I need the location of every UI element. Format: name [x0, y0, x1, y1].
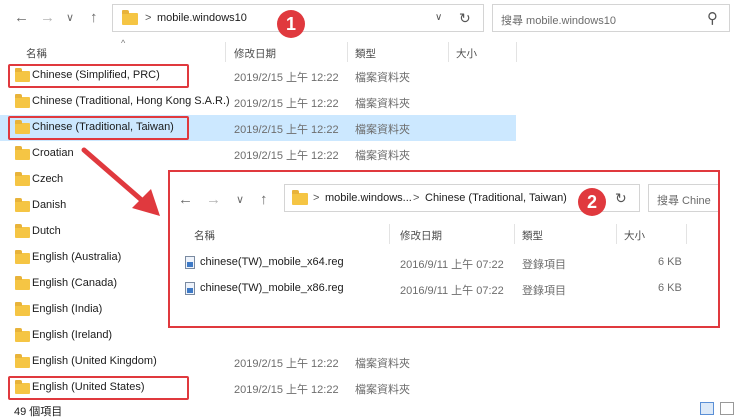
back-button[interactable]: ← — [178, 192, 193, 208]
status-bar: 49 個項目 — [0, 400, 740, 418]
column-header-name[interactable]: 名稱 — [194, 228, 215, 243]
file-row[interactable]: chinese(TW)_mobile_x86.reg 2016/9/11 上午 … — [170, 276, 718, 302]
file-size: 6 KB — [658, 256, 682, 268]
address-chevron: > — [313, 192, 320, 204]
recent-locations-button[interactable]: ∨ — [236, 192, 244, 208]
search-box[interactable]: 搜尋 Chine — [648, 184, 718, 212]
column-divider[interactable] — [514, 224, 515, 244]
inset-explorer-window: ← → ∨ ↑ > mobile.windows... > Chinese (T… — [168, 170, 720, 328]
search-input[interactable]: 搜尋 Chine — [657, 192, 711, 208]
file-name: chinese(TW)_mobile_x86.reg — [200, 282, 344, 294]
forward-button[interactable]: → — [206, 192, 221, 208]
file-row[interactable]: chinese(TW)_mobile_x64.reg 2016/9/11 上午 … — [170, 250, 718, 276]
column-header-type[interactable]: 類型 — [522, 228, 543, 243]
address-path-segment[interactable]: Chinese (Traditional, Taiwan) — [425, 192, 567, 204]
address-path-segment[interactable]: mobile.windows... — [325, 192, 412, 204]
large-icons-view-icon[interactable] — [720, 402, 734, 415]
column-divider[interactable] — [686, 224, 687, 244]
file-type: 登錄項目 — [522, 285, 566, 297]
column-header-size[interactable]: 大小 — [624, 228, 645, 243]
address-chevron: > — [413, 192, 420, 204]
file-date: 2016/9/11 上午 07:22 — [400, 259, 504, 271]
folder-icon — [292, 190, 308, 206]
column-divider[interactable] — [616, 224, 617, 244]
column-divider[interactable] — [389, 224, 390, 244]
column-header-date[interactable]: 修改日期 — [400, 228, 442, 243]
annotation-badge-2: 2 — [578, 188, 606, 216]
registry-file-icon — [185, 256, 195, 269]
file-name: chinese(TW)_mobile_x64.reg — [200, 256, 344, 268]
file-date: 2016/9/11 上午 07:22 — [400, 285, 504, 297]
up-button[interactable]: ↑ — [260, 192, 268, 208]
file-type: 登錄項目 — [522, 259, 566, 271]
details-view-icon[interactable] — [700, 402, 714, 415]
item-count: 49 個項目 — [14, 406, 63, 418]
file-size: 6 KB — [658, 282, 682, 294]
refresh-button[interactable]: ↻ — [615, 190, 627, 207]
registry-file-icon — [185, 282, 195, 295]
